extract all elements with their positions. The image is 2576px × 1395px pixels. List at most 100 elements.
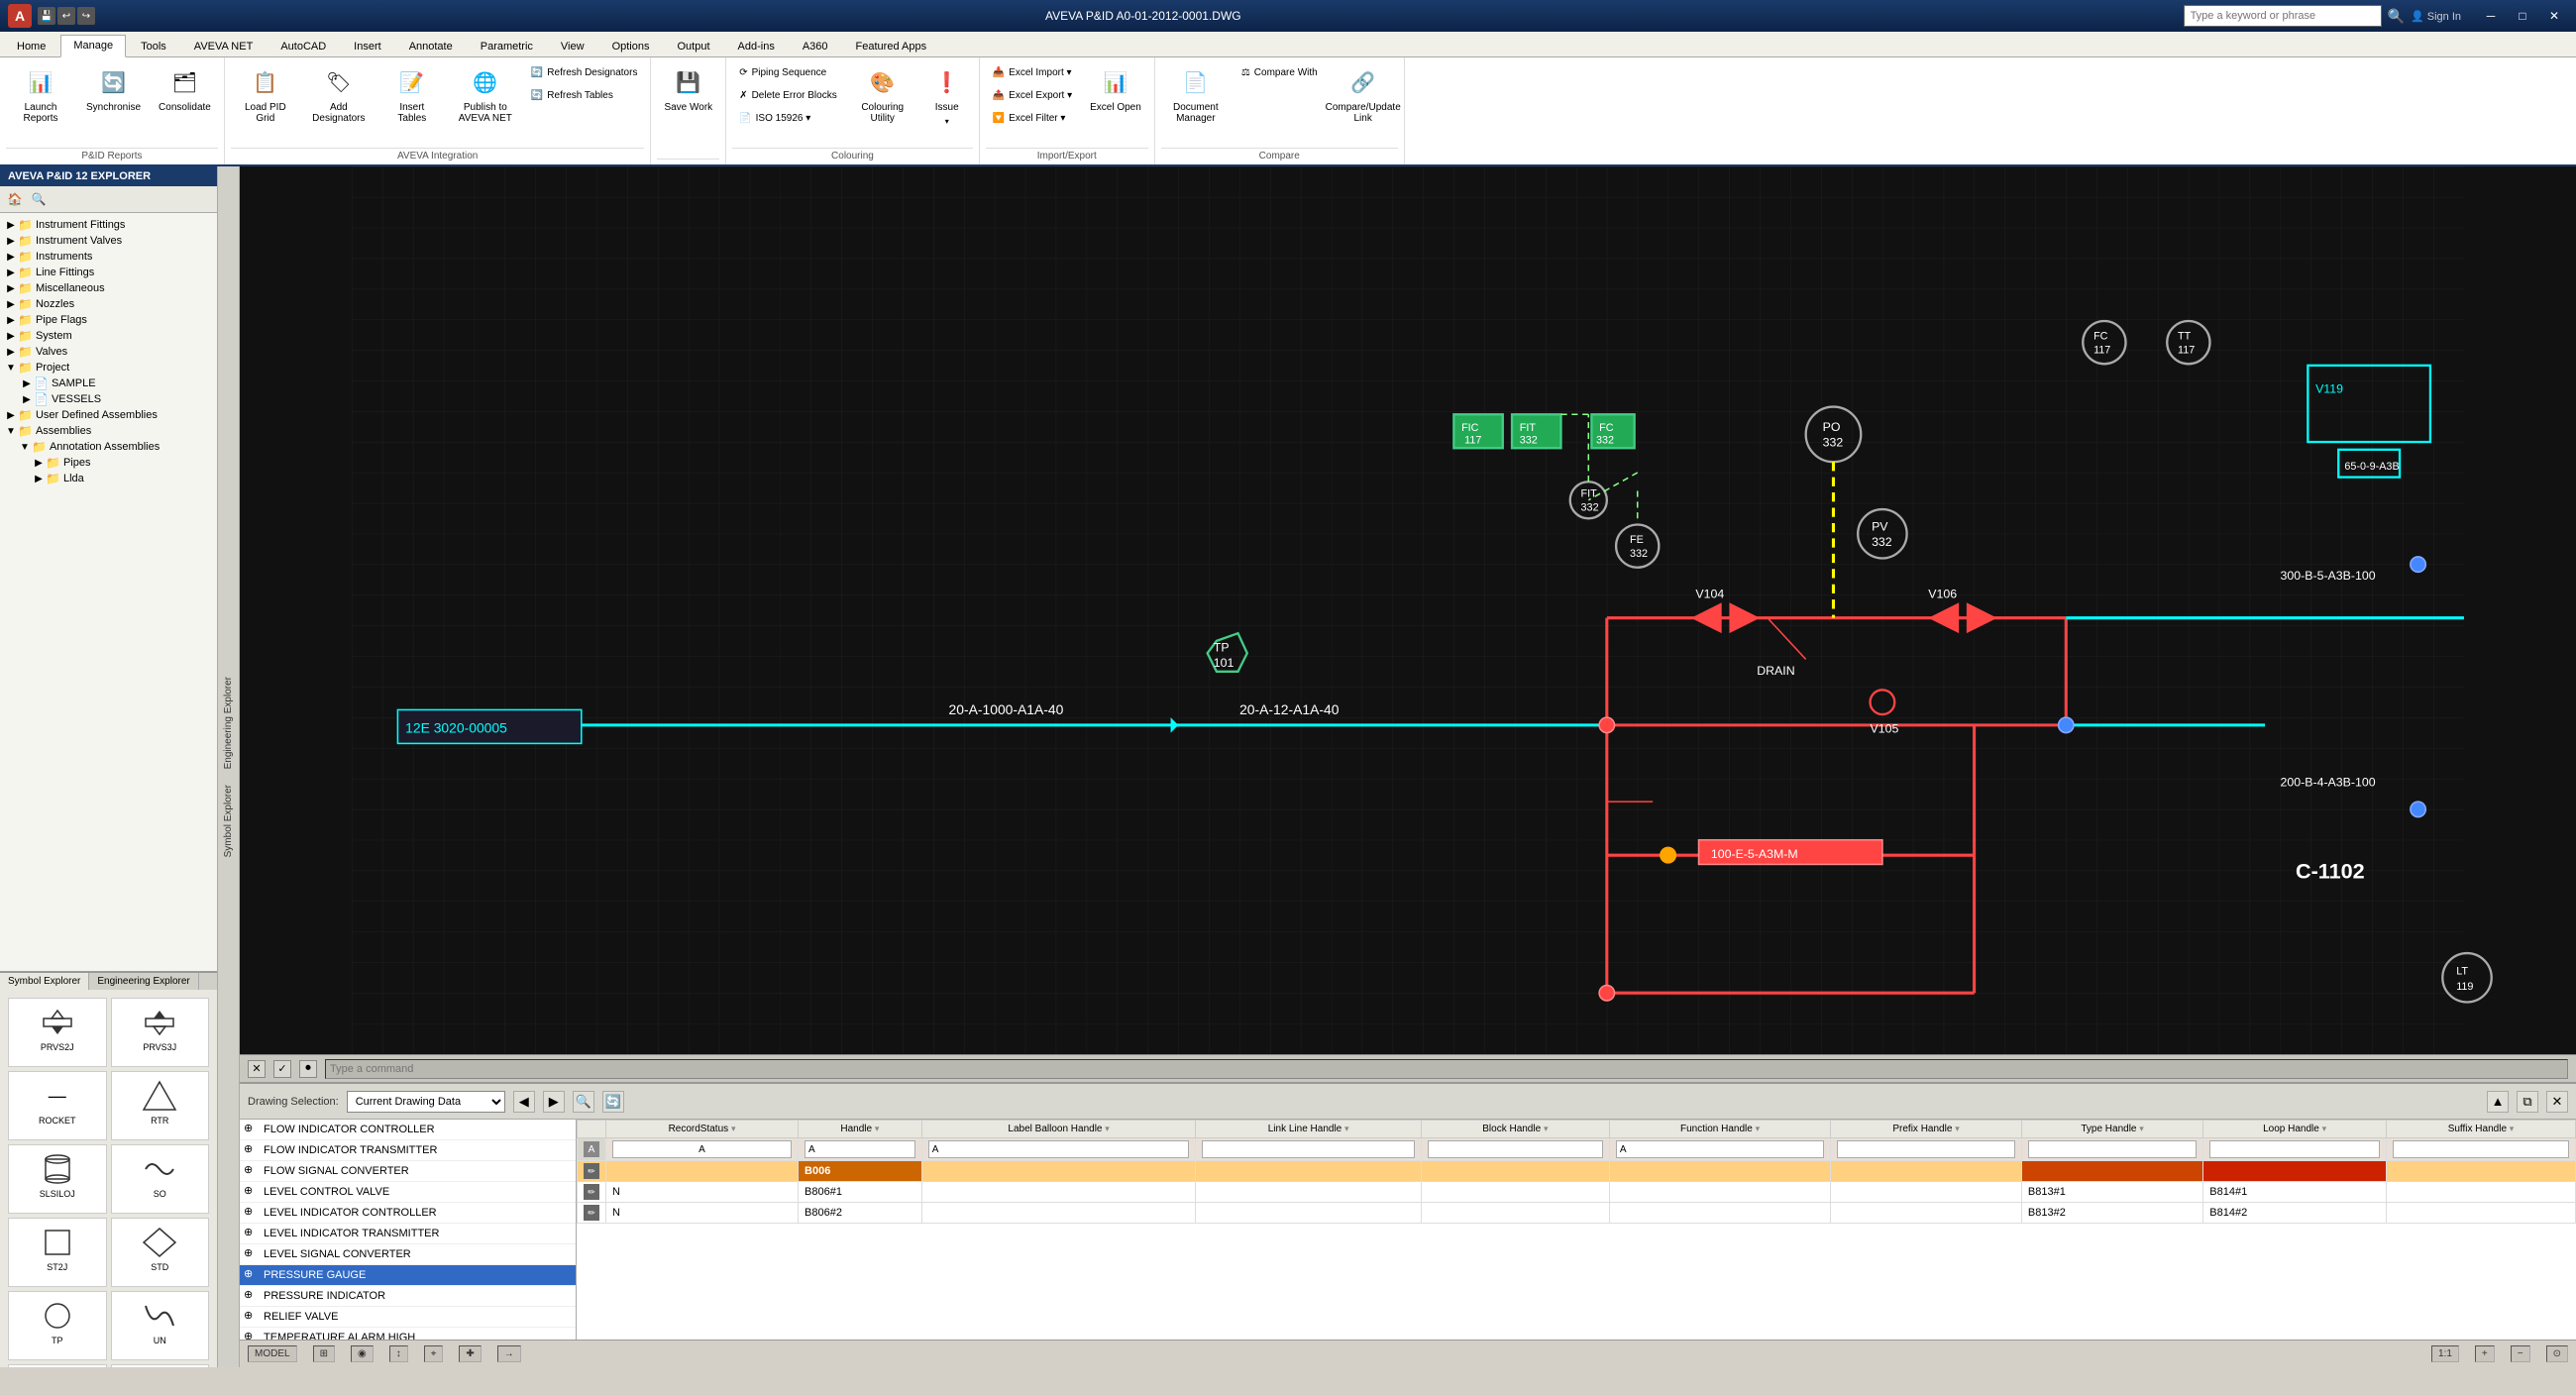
tree-item-pipes[interactable]: ▶ 📁 Pipes xyxy=(0,455,217,471)
expand-instruments[interactable]: ▶ xyxy=(4,250,18,264)
symbol-std[interactable]: STD xyxy=(111,1218,210,1287)
list-item-level-indicator-controller[interactable]: ⊕ LEVEL INDICATOR CONTROLLER xyxy=(240,1203,576,1224)
expand-miscellaneous[interactable]: ▶ xyxy=(4,281,18,295)
status-polar[interactable]: ⌖ xyxy=(424,1345,444,1362)
th-link-line-handle[interactable]: Link Line Handle ▾ xyxy=(1196,1121,1421,1138)
status-snap[interactable]: ◉ xyxy=(351,1345,374,1362)
refresh-tables-btn[interactable]: 🔄 Refresh Tables xyxy=(524,84,645,106)
filter-btn[interactable]: 🔍 xyxy=(573,1091,594,1113)
symbol-prvs3j[interactable]: PRVS3J xyxy=(111,998,210,1067)
list-item-flow-indicator-controller[interactable]: ⊕ FLOW INDICATOR CONTROLLER xyxy=(240,1120,576,1140)
th-label-balloon-handle[interactable]: Label Balloon Handle ▾ xyxy=(921,1121,1196,1138)
symbol-rtr[interactable]: RTR xyxy=(111,1071,210,1140)
tab-options[interactable]: Options xyxy=(599,36,663,56)
close-btn[interactable]: ✕ xyxy=(2540,5,2568,27)
minimize-btn[interactable]: ─ xyxy=(2477,5,2505,27)
compare-update-link-btn[interactable]: 🔗 Compare/Update Link xyxy=(1329,61,1398,139)
list-item-temperature-alarm-high[interactable]: ⊕ TEMPERATURE ALARM HIGH xyxy=(240,1328,576,1340)
tree-item-instrument-valves[interactable]: ▶ 📁 Instrument Valves xyxy=(0,233,217,249)
excel-export-btn[interactable]: 📤 Excel Export ▾ xyxy=(986,84,1079,106)
list-item-level-signal-converter[interactable]: ⊕ LEVEL SIGNAL CONVERTER xyxy=(240,1244,576,1265)
filter-record-status[interactable]: A xyxy=(612,1140,792,1158)
filter-link-line[interactable] xyxy=(1202,1140,1414,1158)
tab-addins[interactable]: Add-ins xyxy=(725,36,788,56)
expand-instrument-valves[interactable]: ▶ xyxy=(4,234,18,248)
filter-type[interactable] xyxy=(2028,1140,2197,1158)
tab-view[interactable]: View xyxy=(548,36,597,56)
tab-manage[interactable]: Manage xyxy=(60,35,126,57)
tree-item-pipe-flags[interactable]: ▶ 📁 Pipe Flags xyxy=(0,312,217,328)
tab-a360[interactable]: A360 xyxy=(790,36,841,56)
symbol-rocket[interactable]: — ROCKET xyxy=(8,1071,107,1140)
next-record-btn[interactable]: ▶ xyxy=(543,1091,565,1113)
tab-featured[interactable]: Featured Apps xyxy=(843,36,940,56)
expand-pipes[interactable]: ▶ xyxy=(32,456,46,470)
refresh-btn[interactable]: 🔄 xyxy=(602,1091,624,1113)
tree-item-instrument-fittings[interactable]: ▶ 📁 Instrument Fittings xyxy=(0,217,217,233)
symbol-tie-point[interactable]: TIE POINT xyxy=(111,1364,210,1367)
engineering-explorer-label[interactable]: Engineering Explorer xyxy=(220,669,237,777)
status-ortho[interactable]: ↕ xyxy=(389,1345,408,1362)
load-pid-grid-btn[interactable]: 📋 Load PID Grid xyxy=(231,61,300,139)
tab-tools[interactable]: Tools xyxy=(128,36,179,56)
symbol-explorer-label[interactable]: Symbol Explorer xyxy=(220,777,237,865)
piping-sequence-btn[interactable]: ⟳ Piping Sequence xyxy=(732,61,844,83)
save-work-btn[interactable]: 💾 Save Work xyxy=(657,61,719,139)
tree-item-vessels[interactable]: ▶ 📄 VESSELS xyxy=(0,391,217,407)
status-zoom-in[interactable]: + xyxy=(2475,1345,2495,1362)
status-model[interactable]: MODEL xyxy=(248,1345,297,1362)
launch-reports-btn[interactable]: 📊 Launch Reports xyxy=(6,61,75,139)
refresh-designators-btn[interactable]: 🔄 Refresh Designators xyxy=(524,61,645,83)
list-item-level-indicator-transmitter[interactable]: ⊕ LEVEL INDICATOR TRANSMITTER xyxy=(240,1224,576,1244)
filter-loop[interactable] xyxy=(2209,1140,2380,1158)
filter-cell-function[interactable]: A xyxy=(1609,1138,1830,1161)
expand-vessels[interactable]: ▶ xyxy=(20,392,34,406)
synchronise-btn[interactable]: 🔄 Synchronise xyxy=(79,61,148,139)
symbol-explorer-tab[interactable]: Symbol Explorer xyxy=(0,973,89,990)
filter-suffix[interactable] xyxy=(2393,1140,2569,1158)
quick-access-redo[interactable]: ↪ xyxy=(77,7,95,25)
filter-function[interactable]: A xyxy=(1616,1140,1824,1158)
iso-15926-btn[interactable]: 📄 ISO 15926 ▾ xyxy=(732,107,844,129)
tree-item-project[interactable]: ▼ 📁 Project xyxy=(0,360,217,376)
drawing-selection-dropdown[interactable]: Current Drawing Data All Drawings xyxy=(347,1091,505,1113)
expand-project[interactable]: ▼ xyxy=(4,361,18,375)
publish-aveva-net-btn[interactable]: 🌐 Publish to AVEVA NET xyxy=(451,61,520,139)
close-panel-btn[interactable]: ✕ xyxy=(2546,1091,2568,1113)
explorer-home-btn[interactable]: 🏠 xyxy=(4,188,26,210)
delete-error-blocks-btn[interactable]: ✗ Delete Error Blocks xyxy=(732,84,844,106)
list-item-flow-signal-converter[interactable]: ⊕ FLOW SIGNAL CONVERTER xyxy=(240,1161,576,1182)
add-designators-btn[interactable]: 🏷 Add Designators xyxy=(304,61,374,139)
filter-cell-link-line[interactable] xyxy=(1196,1138,1421,1161)
tab-home[interactable]: Home xyxy=(4,36,58,56)
insert-tables-btn[interactable]: 📝 Insert Tables xyxy=(377,61,447,139)
expand-user-defined[interactable]: ▶ xyxy=(4,408,18,422)
filter-handle[interactable]: A xyxy=(805,1140,915,1158)
issue-btn[interactable]: ❗ Issue ▾ xyxy=(921,61,973,139)
maximize-btn[interactable]: □ xyxy=(2509,5,2536,27)
symbol-slsiloj[interactable]: SLSILOJ xyxy=(8,1144,107,1214)
symbol-so[interactable]: SO xyxy=(111,1144,210,1214)
status-zoom-fit[interactable]: ⊙ xyxy=(2546,1345,2568,1362)
th-function-handle[interactable]: Function Handle ▾ xyxy=(1609,1121,1830,1138)
sign-in-btn[interactable]: 👤 Sign In xyxy=(2411,10,2461,23)
quick-access-undo[interactable]: ↩ xyxy=(57,7,75,25)
tree-item-instruments[interactable]: ▶ 📁 Instruments xyxy=(0,249,217,265)
list-item-relief-valve[interactable]: ⊕ RELIEF VALVE xyxy=(240,1307,576,1328)
list-item-level-control-valve[interactable]: ⊕ LEVEL CONTROL VALVE xyxy=(240,1182,576,1203)
status-zoom-out[interactable]: − xyxy=(2511,1345,2530,1362)
quick-access-save[interactable]: 💾 xyxy=(38,7,55,25)
status-scale[interactable]: 1:1 xyxy=(2431,1345,2459,1362)
filter-cell-type[interactable] xyxy=(2021,1138,2202,1161)
filter-prefix[interactable] xyxy=(1837,1140,2015,1158)
filter-cell-prefix[interactable] xyxy=(1831,1138,2022,1161)
status-grid[interactable]: ⊞ xyxy=(313,1345,335,1362)
tab-output[interactable]: Output xyxy=(665,36,723,56)
compare-with-btn[interactable]: ⚖ Compare With xyxy=(1234,61,1325,83)
document-manager-btn[interactable]: 📄 Document Manager xyxy=(1161,61,1231,139)
expand-nozzles[interactable]: ▶ xyxy=(4,297,18,311)
tree-item-user-defined[interactable]: ▶ 📁 User Defined Assemblies xyxy=(0,407,217,423)
symbol-tp[interactable]: TP xyxy=(8,1291,107,1360)
tree-item-annotation-assemblies[interactable]: ▼ 📁 Annotation Assemblies xyxy=(0,439,217,455)
filter-cell-record-status[interactable]: A xyxy=(606,1138,799,1161)
